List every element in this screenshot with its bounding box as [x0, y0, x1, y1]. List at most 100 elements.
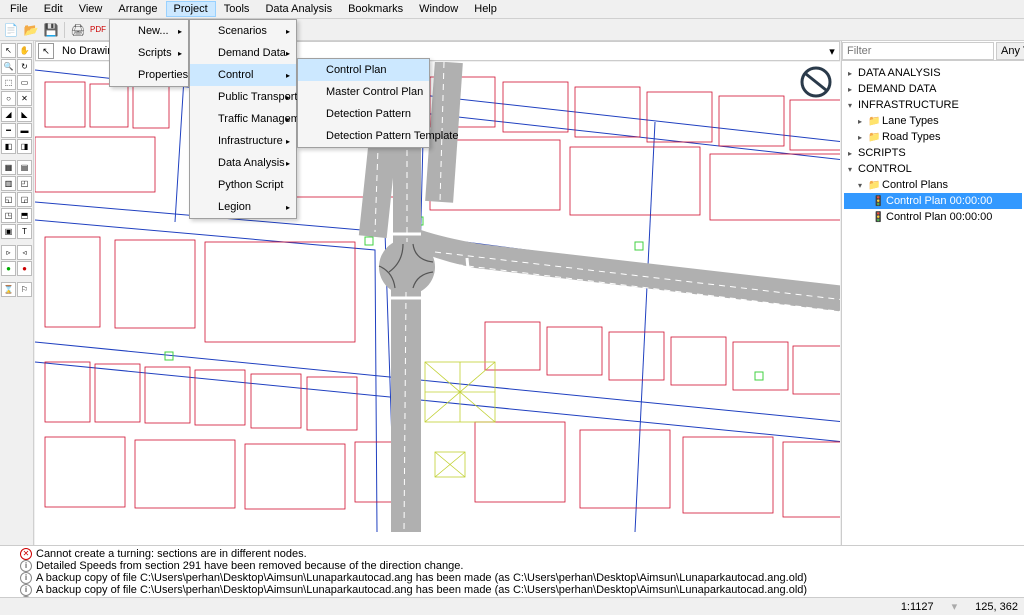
menu-bar: File Edit View Arrange Project Tools Dat… — [0, 0, 1024, 19]
tool-17[interactable]: ◳ — [1, 208, 16, 223]
tool-5[interactable]: ◢ — [1, 107, 16, 122]
signal-icon: 🚦 — [872, 212, 886, 223]
left-tool-strip: ↖✋ 🔍↻ ⬚▭ ○✕ ◢◣ ━▬ ◧◨ ▦▤ ▥◰ ◱◲ ◳⬒ ▣T ▹◃ ●… — [0, 41, 34, 545]
tool-19[interactable]: ▣ — [1, 224, 16, 239]
tree-control-plans[interactable]: ▾📁Control Plans — [844, 177, 1022, 193]
tool-9[interactable]: ◧ — [1, 139, 16, 154]
tool-16[interactable]: ◲ — [17, 192, 32, 207]
tool-18[interactable]: ⬒ — [17, 208, 32, 223]
log-line: A backup copy of file C:\Users\perhan\De… — [36, 572, 807, 584]
menu-item-detection-pattern-template[interactable]: Detection Pattern Template — [298, 125, 429, 147]
tree-data-analysis[interactable]: ▸DATA ANALYSIS — [844, 65, 1022, 81]
tool-rotate[interactable]: ↻ — [17, 59, 32, 74]
menu-project[interactable]: Project — [166, 1, 216, 17]
tool-10[interactable]: ◨ — [17, 139, 32, 154]
signal-icon: 🚦 — [872, 196, 886, 207]
tool-24[interactable]: ⌛ — [1, 282, 16, 297]
menu-file[interactable]: File — [2, 1, 36, 17]
tool-select[interactable]: ↖ — [1, 43, 16, 58]
tree-infrastructure[interactable]: ▾INFRASTRUCTURE — [844, 97, 1022, 113]
tree-control-plan-1[interactable]: 🚦Control Plan 00:00:00 — [844, 193, 1022, 209]
info-icon: i — [20, 560, 32, 572]
app-logo-icon — [798, 64, 834, 100]
tool-22[interactable]: ● — [1, 261, 16, 276]
info-icon: i — [20, 572, 32, 584]
status-bar: 1:1127 ▾ 125, 362 — [0, 597, 1024, 615]
folder-icon: 📁 — [868, 116, 882, 127]
menu-item-traffic-management[interactable]: Traffic Management▸ — [190, 108, 296, 130]
menu-tools[interactable]: Tools — [216, 1, 258, 17]
menu-item-scripts[interactable]: Scripts▸ — [110, 42, 188, 64]
project-submenu: New...▸ Scripts▸ Properties... — [109, 19, 189, 87]
open-icon[interactable]: 📂 — [22, 21, 40, 39]
type-filter-select[interactable]: Any Type — [996, 42, 1024, 60]
tool-8[interactable]: ▬ — [17, 123, 32, 138]
tool-pan[interactable]: ✋ — [17, 43, 32, 58]
menu-item-control-plan[interactable]: Control Plan — [298, 59, 429, 81]
menu-help[interactable]: Help — [466, 1, 505, 17]
menu-item-control[interactable]: Control▸ — [190, 64, 296, 86]
filter-input[interactable] — [842, 42, 994, 60]
tool-23[interactable]: ● — [17, 261, 32, 276]
tree-scripts[interactable]: ▸SCRIPTS — [844, 145, 1022, 161]
log-line: A backup copy of file C:\Users\perhan\De… — [36, 584, 807, 596]
folder-icon: 📁 — [868, 132, 882, 143]
tool-3[interactable]: ○ — [1, 91, 16, 106]
log-line: Cannot create a turning: sections are in… — [36, 548, 307, 560]
info-icon: i — [20, 584, 32, 596]
menu-edit[interactable]: Edit — [36, 1, 71, 17]
pdf-icon[interactable]: PDF — [89, 21, 107, 39]
tool-13[interactable]: ▥ — [1, 176, 16, 191]
project-tree: ▸DATA ANALYSIS ▸DEMAND DATA ▾INFRASTRUCT… — [842, 61, 1024, 229]
tool-4[interactable]: ✕ — [17, 91, 32, 106]
log-line: Detailed Speeds from section 291 have be… — [36, 560, 463, 572]
tree-road-types[interactable]: ▸📁Road Types — [844, 129, 1022, 145]
tool-21[interactable]: ◃ — [17, 245, 32, 260]
tree-lane-types[interactable]: ▸📁Lane Types — [844, 113, 1022, 129]
menu-item-scenarios[interactable]: Scenarios▸ — [190, 20, 296, 42]
menu-item-data-analysis-sub[interactable]: Data Analysis▸ — [190, 152, 296, 174]
menu-item-python-script[interactable]: Python Script — [190, 174, 296, 196]
menu-item-infrastructure[interactable]: Infrastructure▸ — [190, 130, 296, 152]
tool-15[interactable]: ◱ — [1, 192, 16, 207]
menu-item-new[interactable]: New...▸ — [110, 20, 188, 42]
menu-data-analysis[interactable]: Data Analysis — [257, 1, 340, 17]
menu-arrange[interactable]: Arrange — [110, 1, 165, 17]
control-submenu: Control Plan Master Control Plan Detecti… — [297, 58, 430, 148]
tool-7[interactable]: ━ — [1, 123, 16, 138]
folder-icon: 📁 — [868, 180, 882, 191]
status-coords: 125, 362 — [975, 601, 1018, 613]
tool-1[interactable]: ⬚ — [1, 75, 16, 90]
tool-2[interactable]: ▭ — [17, 75, 32, 90]
status-scale: 1:1127 — [901, 601, 934, 613]
project-tree-panel: Any Type ▸DATA ANALYSIS ▸DEMAND DATA ▾IN… — [841, 41, 1024, 545]
menu-item-properties[interactable]: Properties... — [110, 64, 188, 86]
menu-bookmarks[interactable]: Bookmarks — [340, 1, 411, 17]
tool-12[interactable]: ▤ — [17, 160, 32, 175]
new-icon[interactable]: 📄 — [2, 21, 20, 39]
menu-item-public-transport[interactable]: Public Transport▸ — [190, 86, 296, 108]
menu-item-demand-data[interactable]: Demand Data▸ — [190, 42, 296, 64]
new-submenu: Scenarios▸ Demand Data▸ Control▸ Public … — [189, 19, 297, 219]
menu-item-master-control-plan[interactable]: Master Control Plan — [298, 81, 429, 103]
tool-6[interactable]: ◣ — [17, 107, 32, 122]
error-icon: ✕ — [20, 548, 32, 560]
menu-view[interactable]: View — [71, 1, 111, 17]
tool-25[interactable]: ⚐ — [17, 282, 32, 297]
menu-item-legion[interactable]: Legion▸ — [190, 196, 296, 218]
menu-window[interactable]: Window — [411, 1, 466, 17]
tool-11[interactable]: ▦ — [1, 160, 16, 175]
tool-20[interactable]: ▹ — [1, 245, 16, 260]
tool-14[interactable]: ◰ — [17, 176, 32, 191]
tree-control-plan-2[interactable]: 🚦Control Plan 00:00:00 — [844, 209, 1022, 225]
tree-control[interactable]: ▾CONTROL — [844, 161, 1022, 177]
menu-item-detection-pattern[interactable]: Detection Pattern — [298, 103, 429, 125]
status-sep-icon: ▾ — [952, 600, 958, 613]
save-icon[interactable]: 💾 — [42, 21, 60, 39]
tool-text[interactable]: T — [17, 224, 32, 239]
tree-demand-data[interactable]: ▸DEMAND DATA — [844, 81, 1022, 97]
drawing-mode-dropdown-icon[interactable]: ▾ — [825, 45, 839, 58]
pointer-icon[interactable]: ↖ — [38, 43, 54, 59]
tool-zoom[interactable]: 🔍 — [1, 59, 16, 74]
print-icon[interactable]: 🖨 — [69, 21, 87, 39]
